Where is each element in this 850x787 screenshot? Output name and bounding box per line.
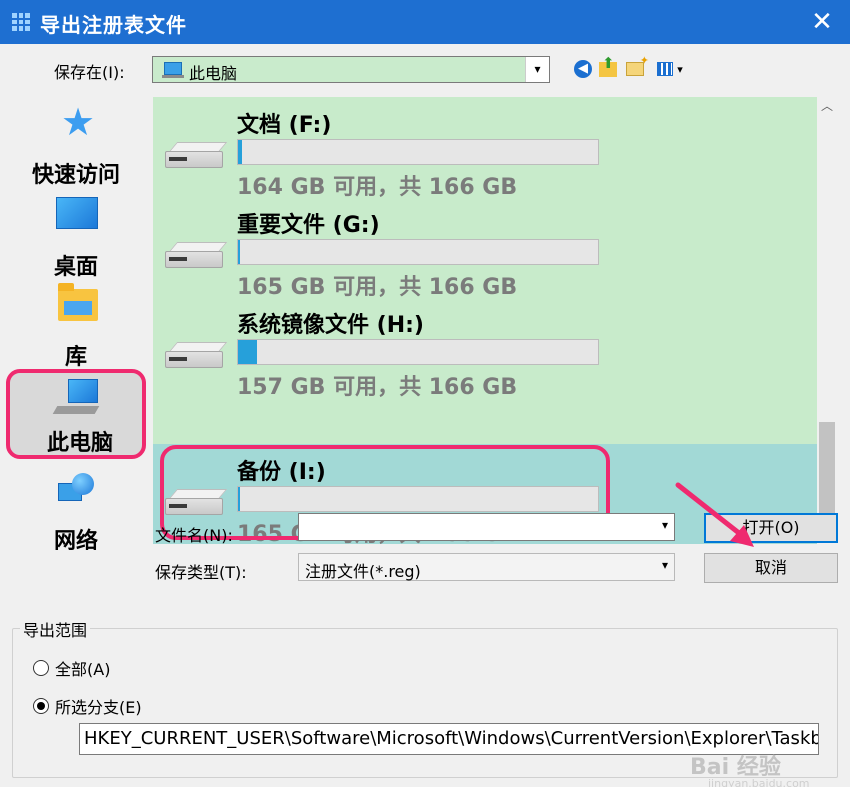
scroll-thumb[interactable]	[819, 422, 835, 522]
chevron-down-icon: ▾	[661, 558, 668, 572]
radio-selected-branch[interactable]: 所选分支(E)	[33, 694, 142, 718]
up-folder-icon	[599, 54, 617, 77]
back-button[interactable]: ◀	[572, 58, 594, 80]
annotation-arrow-icon	[675, 482, 754, 547]
place-desktop[interactable]: 桌面	[6, 193, 146, 281]
radio-all[interactable]: 全部(A)	[33, 656, 110, 680]
drive-item-f[interactable]: 文档 (F:) 164 GB 可用，共 166 GB	[153, 97, 817, 200]
view-menu-button[interactable]: ▾	[652, 58, 688, 80]
filename-input[interactable]: ▾	[298, 513, 675, 541]
save-in-value: 此电脑	[189, 64, 238, 83]
filetype-value: 注册文件(*.reg)	[305, 562, 421, 581]
usage-bar	[237, 239, 599, 265]
usage-bar-fill	[238, 240, 241, 264]
place-label: 桌面	[53, 255, 98, 280]
chevron-down-icon: ▾	[525, 57, 549, 82]
computer-icon	[162, 62, 184, 78]
chevron-down-icon[interactable]: ▾	[662, 518, 668, 532]
window-title: 导出注册表文件	[40, 13, 187, 37]
up-folder-button[interactable]	[597, 54, 619, 80]
usage-bar	[237, 139, 599, 165]
hard-drive-icon	[165, 342, 228, 368]
vertical-scrollbar[interactable]: ︿ ﹀	[817, 97, 837, 544]
scroll-up-icon[interactable]: ︿	[817, 97, 837, 115]
export-range-title: 导出范围	[20, 617, 91, 641]
drive-item-g[interactable]: 重要文件 (G:) 165 GB 可用，共 166 GB	[153, 197, 817, 300]
place-label: 网络	[53, 529, 98, 554]
hard-drive-icon	[165, 142, 228, 168]
place-network[interactable]: 网络	[6, 467, 146, 555]
usage-bar-fill	[238, 140, 243, 164]
filetype-label: 保存类型(T):	[155, 563, 247, 582]
radio-selected-branch-label: 所选分支(E)	[55, 698, 142, 717]
registry-icon	[12, 13, 30, 31]
radio-button[interactable]	[33, 660, 49, 676]
hard-drive-icon	[165, 242, 228, 268]
new-folder-button[interactable]	[624, 54, 649, 80]
desktop-icon	[56, 197, 98, 229]
place-library[interactable]: 库	[6, 283, 146, 371]
radio-all-label: 全部(A)	[55, 660, 111, 679]
place-this-pc[interactable]: 此电脑	[6, 369, 146, 459]
chevron-down-icon: ▾	[677, 62, 683, 76]
watermark-url: jingyan.baidu.com	[708, 777, 810, 787]
drive-name: 文档 (F:)	[237, 113, 332, 138]
star-icon: ★	[61, 100, 96, 144]
drive-item-h[interactable]: 系统镜像文件 (H:) 157 GB 可用，共 166 GB	[153, 297, 817, 400]
save-in-label: 保存在(I):	[54, 63, 125, 82]
save-in-dropdown[interactable]: 此电脑 ▾	[152, 56, 550, 83]
usage-bar-fill	[238, 340, 258, 364]
computer-icon	[68, 379, 98, 403]
usage-bar	[237, 339, 599, 365]
drive-name: 系统镜像文件 (H:)	[237, 313, 424, 338]
title-bar: 导出注册表文件 ✕	[0, 0, 850, 44]
radio-button[interactable]	[33, 698, 49, 714]
place-label: 此电脑	[46, 431, 113, 456]
save-dialog: 保存在(I): 此电脑 ▾ ◀ ▾ ★ 快速访问 桌面 库 此电脑	[0, 44, 850, 787]
filename-label: 文件名(N):	[155, 526, 233, 545]
network-icon	[58, 473, 94, 503]
close-button[interactable]: ✕	[808, 8, 836, 36]
place-label: 库	[64, 345, 87, 370]
new-folder-icon	[626, 54, 649, 76]
places-bar: ★ 快速访问 桌面 库 此电脑 网络	[6, 99, 146, 604]
view-grid-icon	[657, 62, 674, 76]
place-label: 快速访问	[31, 163, 120, 188]
filetype-select[interactable]: 注册文件(*.reg) ▾	[298, 553, 675, 581]
drive-name: 重要文件 (G:)	[237, 213, 380, 238]
back-arrow-icon: ◀	[574, 60, 592, 78]
library-icon	[58, 283, 98, 321]
drive-free-space: 157 GB 可用，共 166 GB	[237, 375, 518, 400]
place-quick-access[interactable]: ★ 快速访问	[6, 101, 146, 189]
